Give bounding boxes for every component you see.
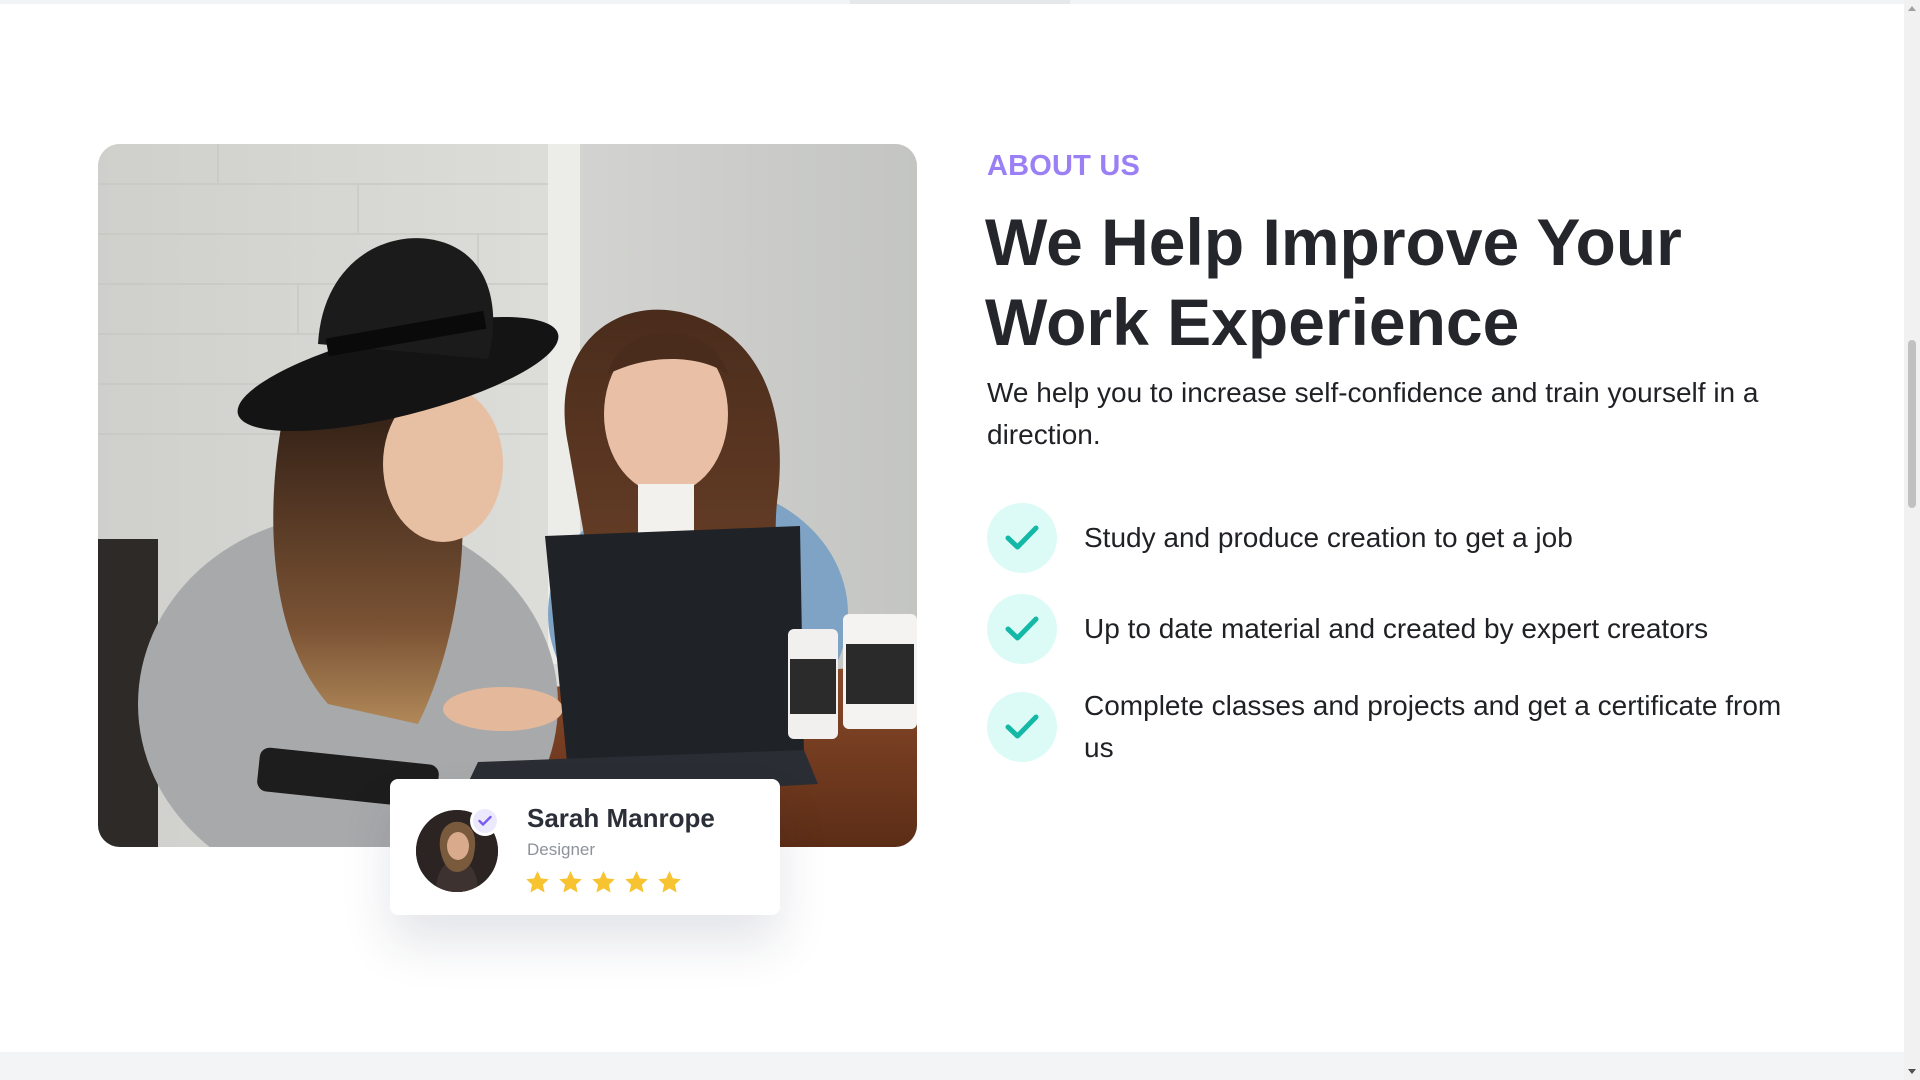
feature-item: Study and produce creation to get a job — [987, 503, 1827, 573]
profile-name: Sarah Manrope — [527, 803, 715, 833]
scroll-up-icon[interactable] — [1908, 6, 1916, 11]
star-icon — [625, 871, 648, 893]
profile-role: Designer — [527, 840, 596, 859]
feature-item: Complete classes and projects and get a … — [987, 685, 1807, 769]
scrollbar-thumb[interactable] — [1908, 340, 1916, 508]
avatar-wrapper — [416, 806, 500, 892]
scroll-down-icon[interactable] — [1908, 1069, 1916, 1074]
feature-text: Complete classes and projects and get a … — [1084, 690, 1782, 763]
check-icon — [987, 503, 1057, 573]
star-icon — [658, 871, 681, 893]
two-women-at-laptop-photo — [98, 144, 917, 847]
feature-text: Up to date material and created by exper… — [1084, 613, 1709, 644]
section-headline: We Help Improve Your Work Experience — [985, 202, 1865, 362]
star-rating — [524, 869, 683, 896]
check-icon — [987, 692, 1057, 762]
star-icon — [559, 871, 582, 893]
section-handle — [850, 0, 1070, 4]
vertical-scrollbar[interactable] — [1904, 0, 1920, 1080]
feature-item: Up to date material and created by exper… — [987, 594, 1827, 664]
star-icon — [592, 871, 615, 893]
section-eyebrow: ABOUT US — [987, 150, 1141, 182]
verified-check-icon — [470, 806, 500, 836]
headline-line-2: Work Experience — [985, 285, 1520, 359]
about-photo — [98, 144, 917, 847]
about-section: Sarah Manrope Designer ABOUT US We Help … — [0, 0, 1904, 1080]
testimonial-profile-card: Sarah Manrope Designer — [390, 779, 780, 915]
feature-text: Study and produce creation to get a job — [1084, 522, 1573, 553]
check-icon — [987, 594, 1057, 664]
section-lead: We help you to increase self-confidence … — [987, 377, 1759, 450]
top-divider — [0, 0, 1904, 4]
next-section-edge — [0, 1052, 1904, 1080]
star-icon — [526, 871, 549, 893]
headline-line-1: We Help Improve Your — [985, 205, 1682, 279]
